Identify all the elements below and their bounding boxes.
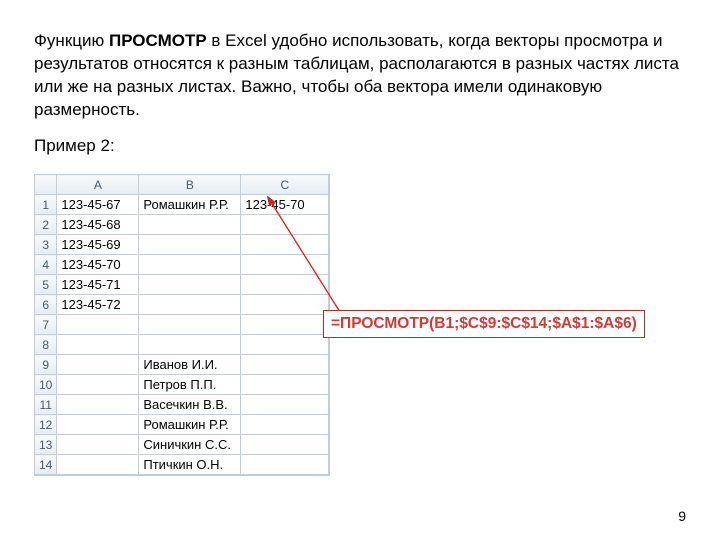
row-header[interactable]: 5 [35, 275, 57, 295]
cell[interactable]: Ромашкин Р.Р. [139, 195, 241, 215]
cell[interactable] [139, 335, 241, 355]
intro-paragraph: Функцию ПРОСМОТР в Excel удобно использо… [34, 30, 686, 122]
cell[interactable] [57, 375, 139, 395]
cell[interactable] [241, 395, 329, 415]
cell[interactable] [139, 255, 241, 275]
col-header-a[interactable]: A [57, 175, 139, 195]
table-row: 13 Синичкин С.С. [35, 435, 329, 455]
table-row: 1123-45-67Ромашкин Р.Р.123-45-70 [35, 195, 329, 215]
cell[interactable] [241, 335, 329, 355]
row-header[interactable]: 14 [35, 455, 57, 475]
cell[interactable]: Васечкин В.В. [139, 395, 241, 415]
row-header[interactable]: 3 [35, 235, 57, 255]
col-header-b[interactable]: B [139, 175, 241, 195]
table-row: 4123-45-70 [35, 255, 329, 275]
cell[interactable]: 123-45-70 [241, 195, 329, 215]
cell[interactable]: 123-45-67 [57, 195, 139, 215]
cell[interactable] [139, 295, 241, 315]
cell[interactable] [57, 395, 139, 415]
table-row: 10 Петров П.П. [35, 375, 329, 395]
cell[interactable] [57, 355, 139, 375]
cell[interactable]: 123-45-69 [57, 235, 139, 255]
cell[interactable] [57, 435, 139, 455]
cell[interactable] [57, 315, 139, 335]
formula-callout: =ПРОСМОТР(B1;$C$9:$C$14;$A$1:$A$6) [323, 310, 645, 338]
page-number: 9 [678, 508, 686, 524]
corner-cell[interactable] [35, 175, 57, 195]
row-header[interactable]: 13 [35, 435, 57, 455]
table-row: 3123-45-69 [35, 235, 329, 255]
para-strong: ПРОСМОТР [109, 31, 207, 50]
cell[interactable] [139, 235, 241, 255]
table-row: 6123-45-72 [35, 295, 329, 315]
cell[interactable] [241, 435, 329, 455]
row-header[interactable]: 4 [35, 255, 57, 275]
cell[interactable] [241, 255, 329, 275]
cell[interactable]: 123-45-70 [57, 255, 139, 275]
col-header-c[interactable]: C [241, 175, 329, 195]
cell[interactable]: Иванов И.И. [139, 355, 241, 375]
row-header[interactable]: 10 [35, 375, 57, 395]
cell[interactable] [241, 215, 329, 235]
table-row: 7 [35, 315, 329, 335]
table-row: 8 [35, 335, 329, 355]
cell[interactable]: 123-45-71 [57, 275, 139, 295]
table-row: 5123-45-71 [35, 275, 329, 295]
row-header[interactable]: 1 [35, 195, 57, 215]
cell[interactable] [241, 415, 329, 435]
cell[interactable]: Птичкин О.Н. [139, 455, 241, 475]
cell[interactable] [57, 335, 139, 355]
example-label: Пример 2: [34, 136, 686, 156]
table-row: 14 Птичкин О.Н. [35, 455, 329, 475]
row-header[interactable]: 12 [35, 415, 57, 435]
row-header[interactable]: 6 [35, 295, 57, 315]
spreadsheet: A B C 1123-45-67Ромашкин Р.Р.123-45-70 2… [34, 174, 330, 476]
cell[interactable] [139, 275, 241, 295]
cell[interactable] [57, 415, 139, 435]
table-row: 12 Ромашкин Р.Р. [35, 415, 329, 435]
cell[interactable] [241, 295, 329, 315]
cell[interactable]: 123-45-72 [57, 295, 139, 315]
cell[interactable]: 123-45-68 [57, 215, 139, 235]
cell[interactable] [241, 455, 329, 475]
cell[interactable] [241, 375, 329, 395]
table-row: 9 Иванов И.И. [35, 355, 329, 375]
cell[interactable] [241, 235, 329, 255]
cell[interactable] [139, 315, 241, 335]
row-header[interactable]: 2 [35, 215, 57, 235]
row-header[interactable]: 8 [35, 335, 57, 355]
row-header[interactable]: 11 [35, 395, 57, 415]
cell[interactable]: Петров П.П. [139, 375, 241, 395]
cell[interactable]: Ромашкин Р.Р. [139, 415, 241, 435]
cell[interactable] [57, 455, 139, 475]
cell[interactable] [139, 215, 241, 235]
row-header[interactable]: 7 [35, 315, 57, 335]
para-prefix: Функцию [34, 31, 109, 50]
cell[interactable] [241, 275, 329, 295]
cell[interactable] [241, 315, 329, 335]
cell[interactable] [241, 355, 329, 375]
cell[interactable]: Синичкин С.С. [139, 435, 241, 455]
row-header[interactable]: 9 [35, 355, 57, 375]
header-row: A B C [35, 175, 329, 195]
table-row: 2123-45-68 [35, 215, 329, 235]
table-row: 11 Васечкин В.В. [35, 395, 329, 415]
